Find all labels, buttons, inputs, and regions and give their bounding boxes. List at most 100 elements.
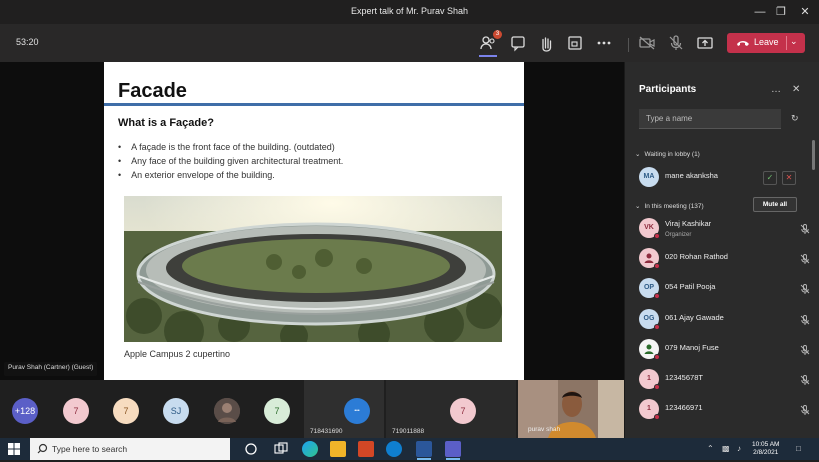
- close-button[interactable]: ✕: [796, 3, 814, 21]
- slide-bullet: A façade is the front face of the buildi…: [118, 142, 335, 152]
- windows-start-icon[interactable]: [8, 443, 20, 455]
- participant-avatar: OP: [639, 278, 660, 299]
- windows-taskbar: Type here to search ⌃ ▩ ♪ 10:05 AM 2/8/2…: [0, 438, 819, 460]
- participant-tile[interactable]: 7 719011888: [386, 380, 516, 438]
- avatar-initials: MA: [643, 173, 655, 180]
- chevron-down-icon[interactable]: ⌄: [790, 36, 798, 47]
- network-icon[interactable]: ▩: [722, 444, 730, 453]
- presenter-camera-name: purav shah: [528, 426, 561, 433]
- more-icon: [597, 41, 611, 45]
- mic-muted-icon[interactable]: [799, 373, 811, 385]
- mic-muted-icon[interactable]: [799, 282, 811, 294]
- chrome-browser-icon[interactable]: [386, 441, 402, 457]
- mic-muted-icon[interactable]: [799, 343, 811, 355]
- avatar-initials: VK: [644, 224, 654, 231]
- participant-avatar[interactable]: 7: [264, 398, 290, 424]
- participant-avatar: [639, 248, 660, 269]
- maximize-button[interactable]: ❐: [772, 3, 790, 21]
- mic-muted-icon[interactable]: [799, 403, 811, 415]
- show-participants-button[interactable]: 3: [478, 30, 502, 57]
- participant-name: 123466971: [665, 403, 703, 412]
- file-explorer-icon[interactable]: [330, 441, 346, 457]
- meeting-toolbar: 53:20 3 Leave ⌄: [0, 24, 819, 62]
- participant-name: 061 Ajay Gawade: [665, 313, 724, 322]
- participant-row[interactable]: OP 054 Patil Pooja: [639, 277, 811, 299]
- raise-hand-button[interactable]: [536, 33, 556, 53]
- presence-status-icon: [654, 324, 660, 330]
- word-icon[interactable]: [416, 441, 432, 460]
- participant-avatar: MA: [639, 167, 659, 187]
- task-view-icon[interactable]: [243, 441, 259, 457]
- participant-avatar: 1: [639, 399, 660, 420]
- participant-row[interactable]: 1 12345678T: [639, 368, 811, 390]
- participant-tile-number: 719011888: [392, 428, 425, 435]
- deny-button[interactable]: ✕: [782, 171, 796, 185]
- close-panel-icon[interactable]: ✕: [792, 84, 800, 95]
- mute-all-button[interactable]: Mute all: [753, 197, 797, 212]
- participant-tile[interactable]: ••• 718431690: [304, 380, 384, 438]
- chat-button[interactable]: [508, 33, 528, 53]
- more-actions-button[interactable]: [594, 33, 614, 53]
- presence-status-icon: [654, 293, 660, 299]
- lobby-section-heading[interactable]: Waiting in lobby (1): [635, 150, 699, 158]
- share-invite-icon[interactable]: ↻: [791, 113, 799, 124]
- presence-status-icon: [654, 384, 660, 390]
- presence-status-icon: [654, 233, 660, 239]
- participant-row[interactable]: VK Viraj Kashikar Organizer: [639, 217, 811, 239]
- mic-muted-icon[interactable]: [799, 252, 811, 264]
- breakout-rooms-button[interactable]: [565, 33, 585, 53]
- avatar-initials: OG: [643, 315, 655, 322]
- taskbar-search-placeholder: Type here to search: [52, 444, 128, 454]
- lobby-participant-row: MA mane akanksha ✓ ✕: [639, 166, 811, 188]
- camera-toggle-button[interactable]: [637, 33, 657, 53]
- taskbar-search-box[interactable]: Type here to search: [30, 438, 230, 460]
- minimize-button[interactable]: —: [751, 3, 769, 21]
- phone-hangup-icon: [737, 41, 749, 46]
- teams-app-icon[interactable]: [445, 441, 461, 460]
- participants-panel: Participants … ✕ ↻ Waiting in lobby (1) …: [624, 62, 819, 438]
- participant-tile-avatar: 7: [450, 398, 476, 424]
- slide-bullet: An exterior envelope of the building.: [118, 170, 275, 180]
- panel-scrollbar[interactable]: [812, 140, 815, 170]
- participant-name: 079 Manoj Fuse: [665, 343, 719, 352]
- profile-photo-icon: [644, 344, 654, 354]
- panel-title: Participants: [639, 84, 697, 95]
- shared-content-stage: Facade What is a Façade? A façade is the…: [0, 62, 624, 380]
- notifications-icon[interactable]: □: [796, 444, 801, 453]
- participant-avatar[interactable]: 7: [63, 398, 89, 424]
- mic-muted-icon[interactable]: [799, 222, 811, 234]
- participant-row[interactable]: OG 061 Ajay Gawade: [639, 308, 811, 330]
- powerpoint-icon[interactable]: [358, 441, 374, 457]
- leave-button[interactable]: Leave ⌄: [727, 33, 805, 53]
- more-icon[interactable]: …: [771, 84, 781, 95]
- participants-badge: 3: [493, 30, 502, 39]
- meeting-section-heading[interactable]: In this meeting (137): [635, 202, 703, 210]
- admit-button[interactable]: ✓: [763, 171, 777, 185]
- participant-photo-avatar[interactable]: [214, 398, 240, 424]
- presence-status-icon: [654, 354, 660, 360]
- participant-row[interactable]: 020 Rohan Rathod: [639, 247, 811, 269]
- presenter-camera-tile[interactable]: purav shah: [518, 380, 624, 438]
- mic-toggle-button[interactable]: [666, 33, 686, 53]
- participant-avatar[interactable]: 7: [113, 398, 139, 424]
- overflow-participants-button[interactable]: +128: [12, 398, 38, 424]
- participant-search-input[interactable]: [639, 109, 781, 129]
- edge-browser-icon[interactable]: [302, 441, 318, 457]
- participant-avatar: 1: [639, 369, 660, 390]
- taskbar-clock[interactable]: 10:05 AM 2/8/2021: [752, 441, 779, 457]
- clock-date: 2/8/2021: [753, 449, 779, 456]
- participant-name: 020 Rohan Rathod: [665, 252, 728, 261]
- presentation-slide: Facade What is a Façade? A façade is the…: [104, 62, 524, 380]
- leave-divider: [786, 36, 787, 50]
- participant-row[interactable]: 079 Manoj Fuse: [639, 338, 811, 360]
- presence-status-icon: [654, 263, 660, 269]
- profile-photo-icon: [644, 253, 654, 263]
- mic-muted-icon[interactable]: [799, 313, 811, 325]
- participant-avatar[interactable]: SJ: [163, 398, 189, 424]
- volume-icon[interactable]: ♪: [737, 444, 741, 453]
- participant-row[interactable]: 1 123466971: [639, 398, 811, 420]
- task-switcher-icon[interactable]: [273, 441, 289, 457]
- share-content-button[interactable]: [695, 33, 715, 53]
- participant-tile-avatar: •••: [344, 398, 370, 424]
- tray-chevron-icon[interactable]: ⌃: [707, 444, 714, 453]
